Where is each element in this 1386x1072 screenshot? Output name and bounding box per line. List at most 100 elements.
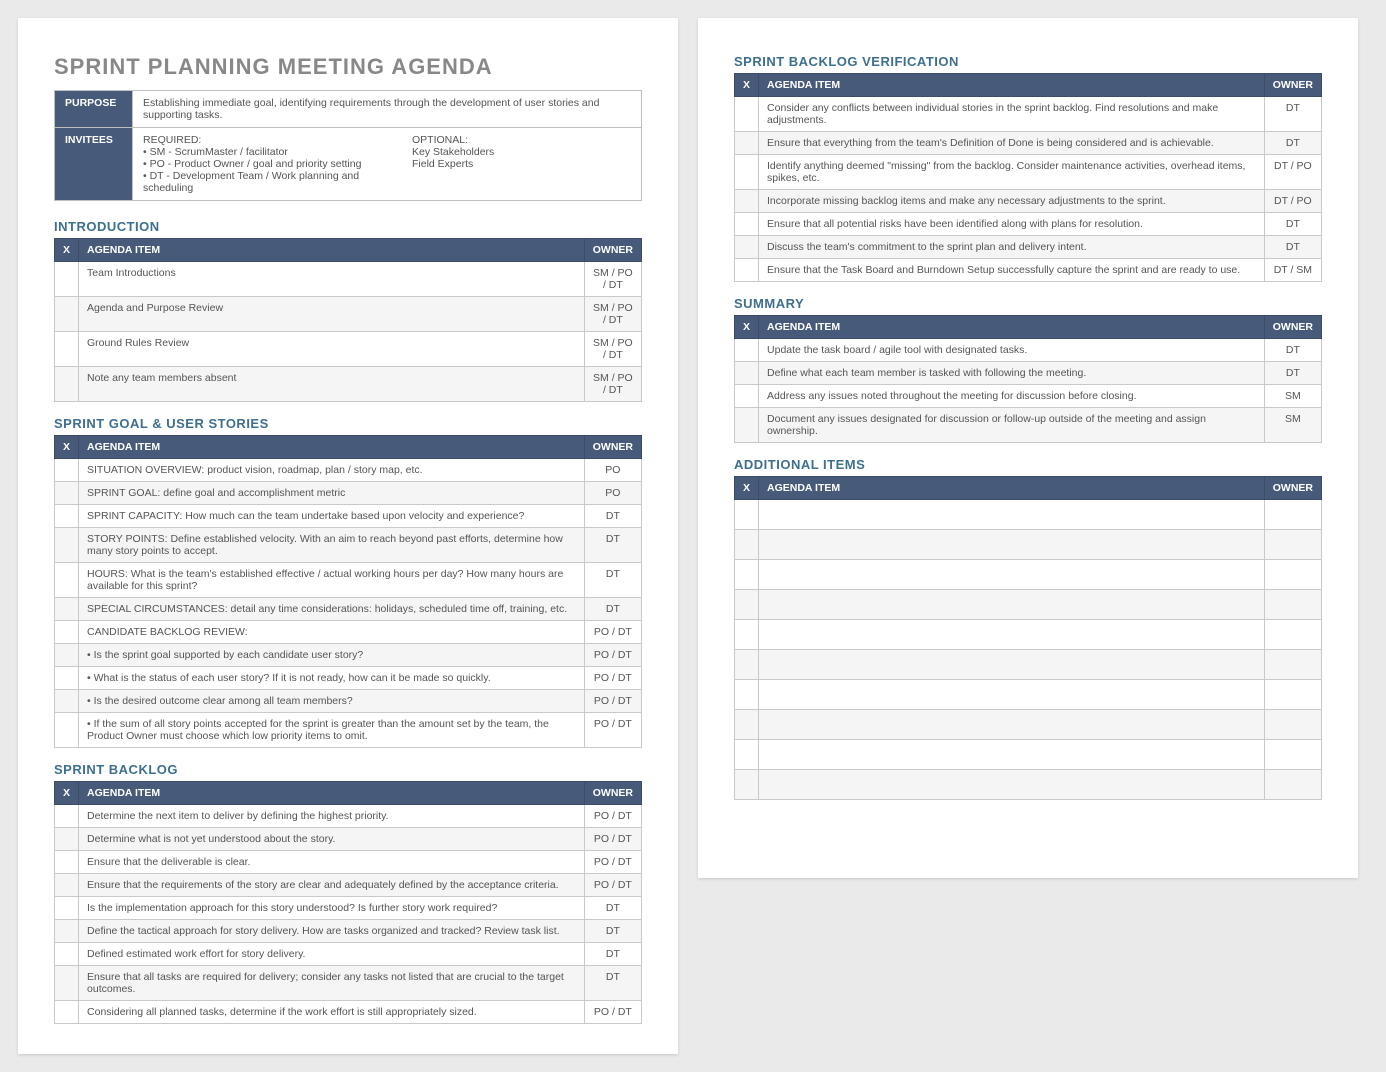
table-row: Considering all planned tasks, determine… (55, 1001, 642, 1024)
owner-cell: DT / SM (1264, 259, 1321, 282)
checkbox-cell[interactable] (55, 667, 79, 690)
table-row: HOURS: What is the team's established ef… (55, 563, 642, 598)
owner-cell (1264, 650, 1321, 680)
table-row: Address any issues noted throughout the … (735, 385, 1322, 408)
checkbox-cell[interactable] (735, 362, 759, 385)
owner-cell: DT / PO (1264, 155, 1321, 190)
checkbox-cell[interactable] (55, 332, 79, 367)
checkbox-cell[interactable] (55, 874, 79, 897)
checkbox-cell[interactable] (55, 621, 79, 644)
table-row: Ensure that all potential risks have bee… (735, 213, 1322, 236)
table-row: Ensure that all tasks are required for d… (55, 966, 642, 1001)
required-line: • PO - Product Owner / goal and priority… (143, 158, 362, 170)
col-item: AGENDA ITEM (759, 477, 1265, 500)
owner-cell: SM (1264, 408, 1321, 443)
checkbox-cell[interactable] (55, 828, 79, 851)
item-cell (759, 620, 1265, 650)
col-item: AGENDA ITEM (79, 782, 585, 805)
checkbox-cell[interactable] (55, 713, 79, 748)
table-row (735, 530, 1322, 560)
checkbox-cell[interactable] (735, 213, 759, 236)
checkbox-cell[interactable] (735, 155, 759, 190)
owner-cell: PO (584, 482, 641, 505)
purpose-text: Establishing immediate goal, identifying… (133, 91, 642, 128)
section-title-summary: SUMMARY (734, 296, 1322, 311)
table-row: • Is the desired outcome clear among all… (55, 690, 642, 713)
item-cell: SPECIAL CIRCUMSTANCES: detail any time c… (79, 598, 585, 621)
col-owner: OWNER (584, 782, 641, 805)
checkbox-cell[interactable] (735, 500, 759, 530)
checkbox-cell[interactable] (55, 505, 79, 528)
section-title-backlog: SPRINT BACKLOG (54, 762, 642, 777)
checkbox-cell[interactable] (735, 680, 759, 710)
introduction-table: XAGENDA ITEMOWNERTeam IntroductionsSM / … (54, 238, 642, 402)
checkbox-cell[interactable] (735, 590, 759, 620)
checkbox-cell[interactable] (55, 920, 79, 943)
invitees-label: INVITEES (55, 128, 133, 201)
owner-cell: DT (584, 563, 641, 598)
checkbox-cell[interactable] (55, 528, 79, 563)
item-cell (759, 680, 1265, 710)
checkbox-cell[interactable] (55, 1001, 79, 1024)
checkbox-cell[interactable] (735, 770, 759, 800)
checkbox-cell[interactable] (55, 598, 79, 621)
checkbox-cell[interactable] (735, 530, 759, 560)
checkbox-cell[interactable] (55, 805, 79, 828)
col-owner: OWNER (1264, 74, 1321, 97)
owner-cell: PO / DT (584, 828, 641, 851)
additional-table: XAGENDA ITEMOWNER (734, 476, 1322, 800)
checkbox-cell[interactable] (55, 367, 79, 402)
checkbox-cell[interactable] (735, 190, 759, 213)
checkbox-cell[interactable] (55, 297, 79, 332)
owner-cell: DT (584, 598, 641, 621)
col-x: X (55, 239, 79, 262)
checkbox-cell[interactable] (55, 690, 79, 713)
table-row: STORY POINTS: Define established velocit… (55, 528, 642, 563)
item-cell: Ensure that the deliverable is clear. (79, 851, 585, 874)
checkbox-cell[interactable] (55, 563, 79, 598)
checkbox-cell[interactable] (55, 943, 79, 966)
item-cell: STORY POINTS: Define established velocit… (79, 528, 585, 563)
section-title-goal: SPRINT GOAL & USER STORIES (54, 416, 642, 431)
checkbox-cell[interactable] (55, 966, 79, 1001)
owner-cell: SM / PO / DT (584, 262, 641, 297)
checkbox-cell[interactable] (55, 262, 79, 297)
checkbox-cell[interactable] (735, 339, 759, 362)
checkbox-cell[interactable] (55, 644, 79, 667)
col-x: X (55, 436, 79, 459)
owner-cell (1264, 590, 1321, 620)
item-cell: • Is the desired outcome clear among all… (79, 690, 585, 713)
checkbox-cell[interactable] (735, 560, 759, 590)
checkbox-cell[interactable] (735, 620, 759, 650)
checkbox-cell[interactable] (55, 482, 79, 505)
checkbox-cell[interactable] (55, 851, 79, 874)
col-x: X (735, 477, 759, 500)
table-row: SPECIAL CIRCUMSTANCES: detail any time c… (55, 598, 642, 621)
checkbox-cell[interactable] (735, 259, 759, 282)
checkbox-cell[interactable] (735, 385, 759, 408)
purpose-label: PURPOSE (55, 91, 133, 128)
item-cell: SPRINT GOAL: define goal and accomplishm… (79, 482, 585, 505)
item-cell: Ground Rules Review (79, 332, 585, 367)
owner-cell (1264, 770, 1321, 800)
checkbox-cell[interactable] (735, 408, 759, 443)
table-row: • What is the status of each user story?… (55, 667, 642, 690)
owner-cell: PO / DT (584, 690, 641, 713)
owner-cell (1264, 560, 1321, 590)
owner-cell: SM (1264, 385, 1321, 408)
backlog-table: XAGENDA ITEMOWNERDetermine the next item… (54, 781, 642, 1024)
checkbox-cell[interactable] (55, 459, 79, 482)
col-owner: OWNER (584, 436, 641, 459)
item-cell (759, 770, 1265, 800)
checkbox-cell[interactable] (735, 650, 759, 680)
checkbox-cell[interactable] (55, 897, 79, 920)
checkbox-cell[interactable] (735, 740, 759, 770)
checkbox-cell[interactable] (735, 97, 759, 132)
table-row: • Is the sprint goal supported by each c… (55, 644, 642, 667)
item-cell (759, 500, 1265, 530)
owner-cell: SM / PO / DT (584, 332, 641, 367)
invitees-body: REQUIRED: • SM - ScrumMaster / facilitat… (133, 128, 642, 201)
checkbox-cell[interactable] (735, 710, 759, 740)
checkbox-cell[interactable] (735, 236, 759, 259)
checkbox-cell[interactable] (735, 132, 759, 155)
